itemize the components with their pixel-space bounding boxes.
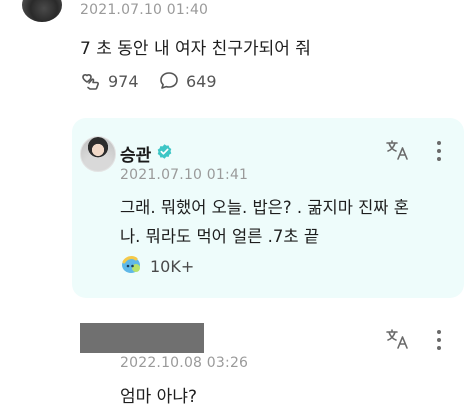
reply-text-line-2: 나. 뭐라도 먹어 얼른 .7초 끝 bbox=[120, 227, 320, 246]
artist-like-count: 10K+ bbox=[150, 256, 195, 276]
comment-text: 7 초 동안 내 여자 친구가되어 줘 bbox=[80, 39, 311, 59]
reply-stat[interactable]: 649 bbox=[158, 70, 217, 92]
author-row: 승관 bbox=[120, 141, 173, 166]
reply-text-line-1: 그래. 뭐했어 오늘. 밥은? . 굶지마 진짜 혼 bbox=[120, 198, 409, 217]
author-name[interactable]: 승관 bbox=[120, 141, 151, 166]
translate-icon[interactable] bbox=[384, 137, 412, 163]
verified-badge-icon bbox=[156, 143, 173, 164]
speech-bubble-icon[interactable] bbox=[158, 70, 180, 92]
like-stat[interactable]: 974 bbox=[80, 70, 139, 92]
more-vertical-icon[interactable] bbox=[432, 138, 446, 164]
reply-count: 649 bbox=[186, 71, 217, 91]
artist-like-icon bbox=[120, 253, 144, 279]
like-count: 974 bbox=[108, 71, 139, 91]
heart-hand-icon[interactable] bbox=[80, 70, 102, 92]
comment-text: 엄마 아냐? bbox=[120, 387, 197, 407]
avatar[interactable] bbox=[22, 0, 62, 22]
comment-timestamp: 2022.10.08 03:26 bbox=[120, 355, 249, 371]
comment-timestamp: 2021.07.10 01:40 bbox=[80, 2, 209, 18]
redacted-username bbox=[80, 323, 204, 353]
more-vertical-icon[interactable] bbox=[432, 327, 446, 353]
artist-avatar[interactable] bbox=[80, 136, 116, 172]
translate-icon[interactable] bbox=[384, 326, 412, 352]
reply-timestamp: 2021.07.10 01:41 bbox=[120, 167, 249, 183]
artist-like-stat[interactable]: 10K+ bbox=[120, 253, 194, 279]
